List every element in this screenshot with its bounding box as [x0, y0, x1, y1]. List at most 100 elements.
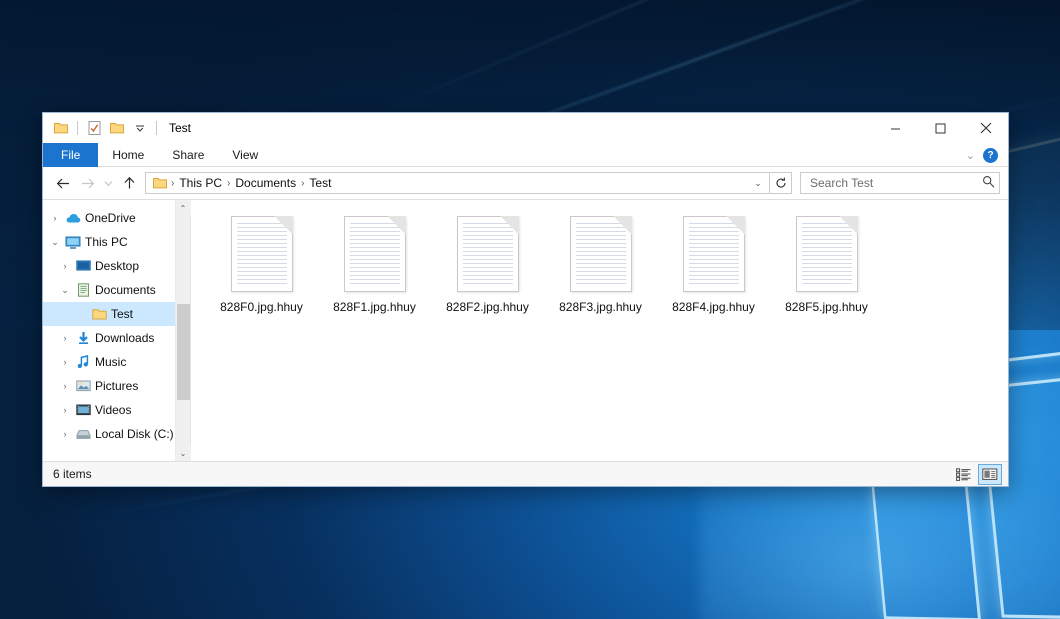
sidebar-item-label: Music — [93, 355, 126, 369]
tab-file[interactable]: File — [43, 143, 98, 167]
ribbon-tab-bar: File Home Share View ⌄ ? — [43, 143, 1008, 167]
breadcrumb-item-test[interactable]: Test — [305, 176, 335, 190]
details-view-button[interactable] — [952, 464, 976, 485]
file-name-label: 828F0.jpg.hhuy — [220, 300, 303, 314]
scrollbar-track[interactable] — [176, 216, 191, 445]
chevron-right-icon[interactable]: › — [57, 261, 73, 271]
tab-view[interactable]: View — [218, 143, 272, 167]
scroll-down-arrow-icon[interactable]: ⌄ — [176, 445, 191, 461]
chevron-right-icon[interactable]: › — [57, 405, 73, 415]
search-box[interactable] — [800, 172, 1000, 194]
file-list-view[interactable]: 828F0.jpg.hhuy 828F1.jpg.hhuy 828F2.jpg.… — [191, 200, 1008, 461]
up-button[interactable] — [117, 171, 141, 195]
window-controls — [873, 113, 1008, 143]
help-icon[interactable]: ? — [983, 148, 998, 163]
sidebar-item-label: Videos — [93, 403, 131, 417]
document-fold-corner — [726, 216, 745, 235]
sidebar-item-label: Downloads — [93, 331, 154, 345]
drive-icon — [73, 428, 93, 440]
file-name-label: 828F5.jpg.hhuy — [785, 300, 868, 314]
large-icons-view-button[interactable] — [978, 464, 1002, 485]
list-item[interactable]: 828F3.jpg.hhuy — [544, 212, 657, 330]
tab-share[interactable]: Share — [158, 143, 218, 167]
sidebar-item-desktop[interactable]: › Desktop — [43, 254, 175, 278]
sidebar-item-onedrive[interactable]: › OneDrive — [43, 206, 175, 230]
document-fold-corner — [274, 216, 293, 235]
list-item[interactable]: 828F5.jpg.hhuy — [770, 212, 883, 330]
navigation-scrollbar[interactable]: ⌃ ⌄ — [175, 200, 190, 461]
sidebar-item-documents[interactable]: ⌄ Documents — [43, 278, 175, 302]
monitor-icon — [63, 236, 83, 249]
refresh-button[interactable] — [770, 172, 792, 194]
list-item[interactable]: 828F1.jpg.hhuy — [318, 212, 431, 330]
minimize-button[interactable] — [873, 113, 918, 143]
sidebar-item-label: Local Disk (C:) — [93, 427, 174, 441]
new-folder-icon[interactable] — [107, 118, 127, 138]
explorer-body: › OneDrive ⌄ — [43, 199, 1008, 461]
sidebar-item-label: Desktop — [93, 259, 139, 273]
sidebar-item-label: OneDrive — [83, 211, 136, 225]
videos-icon — [73, 404, 93, 416]
chevron-down-icon[interactable]: ⌄ — [57, 285, 73, 296]
scroll-up-arrow-icon[interactable]: ⌃ — [176, 200, 191, 216]
close-button[interactable] — [963, 113, 1008, 143]
desktop-icon — [73, 260, 93, 272]
list-item[interactable]: 828F2.jpg.hhuy — [431, 212, 544, 330]
search-input[interactable] — [808, 175, 982, 191]
search-icon[interactable] — [982, 175, 995, 191]
sidebar-item-music[interactable]: › Music — [43, 350, 175, 374]
sidebar-item-pictures[interactable]: › Pictures — [43, 374, 175, 398]
sidebar-item-local-disk-c[interactable]: › Local Disk (C:) — [43, 422, 175, 446]
folder-icon[interactable] — [51, 118, 71, 138]
file-explorer-window: Test File Home Share View ⌄ ? — [42, 112, 1009, 487]
breadcrumb-item-this-pc[interactable]: This PC — [175, 176, 226, 190]
list-item[interactable]: 828F4.jpg.hhuy — [657, 212, 770, 330]
sidebar-item-test[interactable]: › Test — [43, 302, 175, 326]
chevron-right-icon[interactable]: › — [57, 333, 73, 343]
window-title: Test — [169, 121, 191, 135]
cloud-icon — [63, 212, 83, 224]
chevron-right-icon[interactable]: › — [57, 429, 73, 439]
sidebar-item-this-pc[interactable]: ⌄ This PC — [43, 230, 175, 254]
chevron-down-icon[interactable]: ⌄ — [966, 149, 975, 162]
file-name-label: 828F4.jpg.hhuy — [672, 300, 755, 314]
title-bar: Test — [43, 113, 1008, 143]
sidebar-item-label: Test — [109, 307, 133, 321]
chevron-down-icon[interactable] — [130, 118, 150, 138]
document-fold-corner — [387, 216, 406, 235]
chevron-right-icon[interactable]: › — [47, 213, 63, 223]
item-count-label: 6 items — [53, 467, 92, 481]
breadcrumb-item-documents[interactable]: Documents — [231, 176, 300, 190]
chevron-placeholder-icon: › — [73, 309, 89, 319]
pictures-icon — [73, 380, 93, 392]
sidebar-item-videos[interactable]: › Videos — [43, 398, 175, 422]
downloads-icon — [73, 331, 93, 345]
quick-access-toolbar: Test — [43, 113, 191, 143]
folder-icon — [150, 177, 170, 189]
address-bar[interactable]: › This PC › Documents › Test ⌄ — [145, 172, 770, 194]
tab-home[interactable]: Home — [98, 143, 158, 167]
recent-locations-button[interactable] — [99, 171, 117, 195]
file-name-label: 828F3.jpg.hhuy — [559, 300, 642, 314]
chevron-down-icon[interactable]: ⌄ — [47, 237, 63, 248]
file-name-label: 828F1.jpg.hhuy — [333, 300, 416, 314]
chevron-right-icon[interactable]: › — [57, 381, 73, 391]
list-item[interactable]: 828F0.jpg.hhuy — [205, 212, 318, 330]
scrollbar-thumb[interactable] — [177, 304, 190, 400]
chevron-right-icon[interactable]: › — [57, 357, 73, 367]
music-icon — [73, 355, 93, 369]
maximize-button[interactable] — [918, 113, 963, 143]
qat-separator-2 — [156, 121, 157, 135]
generic-document-icon — [344, 216, 406, 292]
navigation-pane: › OneDrive ⌄ — [43, 200, 191, 461]
document-fold-corner — [500, 216, 519, 235]
document-fold-corner — [613, 216, 632, 235]
properties-icon[interactable] — [84, 118, 104, 138]
forward-button[interactable] — [75, 171, 99, 195]
sidebar-item-downloads[interactable]: › Downloads — [43, 326, 175, 350]
back-button[interactable] — [51, 171, 75, 195]
generic-document-icon — [796, 216, 858, 292]
generic-document-icon — [683, 216, 745, 292]
folder-icon — [89, 308, 109, 321]
chevron-down-icon[interactable]: ⌄ — [749, 178, 767, 189]
